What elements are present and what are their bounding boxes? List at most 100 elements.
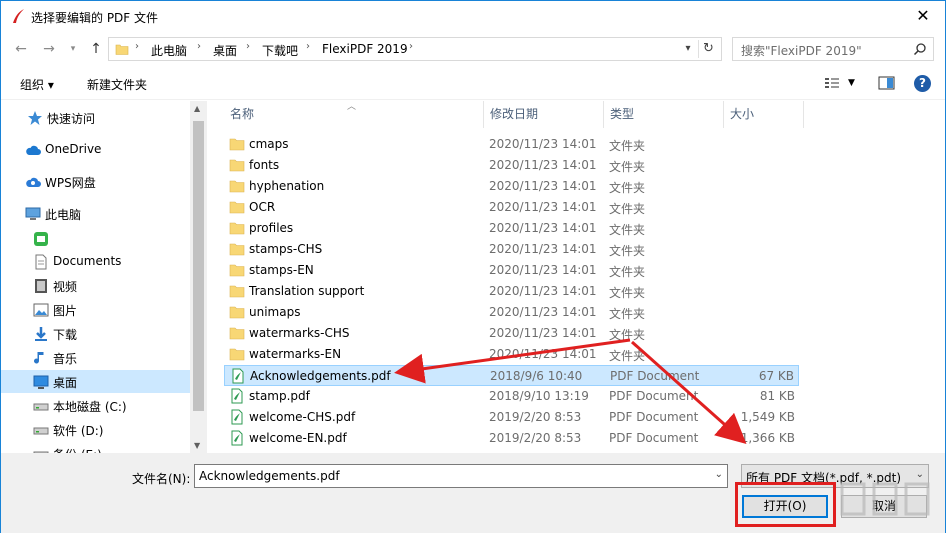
file-row[interactable]: stamp.pdf 2018/9/10 13:19 PDF Document 81 K… [224, 386, 799, 407]
file-row[interactable]: fonts 2020/11/23 14:01 文件夹 [224, 155, 799, 176]
file-name: stamps-EN [249, 263, 314, 277]
file-name: stamps-CHS [249, 242, 323, 256]
file-date: 2020/11/23 14:01 [489, 137, 597, 151]
drive-icon [33, 427, 49, 435]
green-app-icon [34, 232, 48, 246]
title-bar: 选择要编辑的 PDF 文件 ✕ [1, 1, 945, 32]
column-header-size[interactable]: 大小 [724, 101, 804, 128]
file-name: unimaps [249, 305, 301, 319]
pdf-file-icon [232, 368, 244, 384]
file-row[interactable]: cmaps 2020/11/23 14:01 文件夹 [224, 134, 799, 155]
file-row[interactable]: profiles 2020/11/23 14:01 文件夹 [224, 218, 799, 239]
breadcrumb-this-pc[interactable]: 此电脑 [151, 42, 187, 59]
sidebar-item-label: 备份 (E:) [53, 446, 102, 453]
sidebar-item[interactable]: WPS网盘 [1, 170, 190, 193]
filename-dropdown-chevron-icon[interactable]: ⌄ [715, 469, 723, 480]
new-folder-button[interactable]: 新建文件夹 [87, 76, 147, 93]
file-list: ︿ 名称 修改日期 类型 大小 cmaps 2020/11/23 14:01 文件夹… [207, 101, 945, 453]
file-date: 2020/11/23 14:01 [489, 179, 597, 193]
breadcrumb-separator-icon: › [409, 41, 413, 52]
organize-button[interactable]: 组织 ▾ [20, 76, 54, 93]
sidebar-item[interactable]: Documents [1, 250, 190, 273]
file-type: 文件夹 [609, 223, 646, 237]
file-row[interactable]: stamps-EN 2020/11/23 14:01 文件夹 [224, 260, 799, 281]
navigation-scrollbar[interactable]: ▲ ▼ [190, 101, 207, 453]
column-header-name[interactable]: 名称 [224, 101, 484, 128]
breadcrumb-desktop[interactable]: 桌面 [213, 42, 237, 59]
sidebar-item[interactable]: OneDrive [1, 138, 190, 161]
desktop-icon [33, 375, 49, 389]
file-row[interactable]: welcome-EN.pdf 2019/2/20 8:53 PDF Document… [224, 428, 799, 449]
file-row[interactable]: Acknowledgements.pdf 2018/9/6 10:40 PDF Do… [224, 365, 799, 386]
file-type: 文件夹 [609, 286, 646, 300]
view-options-icon[interactable] [824, 75, 840, 91]
file-open-dialog: 选择要编辑的 PDF 文件 ✕ ← → ▾ ↑ › 此电脑 › 桌面 › 下载吧… [0, 0, 946, 533]
sidebar-item[interactable]: 快速访问 [1, 106, 190, 129]
scroll-down-arrow-icon[interactable]: ▼ [194, 441, 200, 450]
file-row[interactable]: hyphenation 2020/11/23 14:01 文件夹 [224, 176, 799, 197]
forward-arrow-icon[interactable]: → [39, 40, 59, 58]
site-watermark-icon [840, 482, 930, 516]
scroll-up-arrow-icon[interactable]: ▲ [194, 104, 200, 113]
sidebar-item[interactable]: 此电脑 [1, 202, 190, 225]
file-name: OCR [249, 200, 276, 214]
file-row[interactable]: stamps-CHS 2020/11/23 14:01 文件夹 [224, 239, 799, 260]
address-row: ← → ▾ ↑ › 此电脑 › 桌面 › 下载吧 › FlexiPDF 2019… [1, 32, 945, 66]
preview-pane-icon[interactable] [878, 75, 895, 91]
sidebar-item-label: 软件 (D:) [53, 424, 104, 438]
address-dropdown-chevron-icon[interactable]: ▾ [681, 41, 695, 57]
file-row[interactable]: watermarks-EN 2020/11/23 14:01 文件夹 [224, 344, 799, 365]
sidebar-item[interactable]: 本地磁盘 (C:) [1, 394, 190, 417]
help-icon[interactable]: ? [914, 75, 931, 92]
view-dropdown-chevron-icon[interactable]: ▼ [848, 78, 855, 88]
sidebar-item-label: 此电脑 [45, 208, 82, 222]
sidebar-item[interactable]: 音乐 [1, 346, 190, 369]
folder-icon [229, 285, 245, 298]
column-header-date[interactable]: 修改日期 [484, 101, 604, 128]
search-input[interactable]: 搜索"FlexiPDF 2019" [732, 37, 934, 61]
sidebar-item-label: 本地磁盘 (C:) [53, 400, 127, 414]
sidebar-item[interactable]: 桌面 [1, 370, 190, 393]
document-icon [35, 254, 47, 270]
sidebar-item[interactable] [1, 227, 190, 250]
search-icon [913, 43, 926, 56]
breadcrumb-downloadba[interactable]: 下载吧 [262, 42, 298, 59]
recent-locations-chevron-icon[interactable]: ▾ [63, 40, 83, 58]
drive-icon [33, 451, 49, 453]
breadcrumb-separator-icon: › [246, 41, 250, 52]
folder-icon [229, 243, 245, 256]
sidebar-item[interactable]: 备份 (E:) [1, 442, 190, 453]
column-header-type[interactable]: 类型 [604, 101, 724, 128]
sidebar-item-label: 桌面 [53, 376, 78, 390]
video-icon [35, 279, 47, 293]
search-placeholder: 搜索"FlexiPDF 2019" [741, 44, 862, 58]
refresh-icon[interactable]: ↻ [698, 40, 718, 58]
annotation-highlight-box [735, 482, 836, 527]
file-date: 2020/11/23 14:01 [489, 326, 597, 340]
file-name: watermarks-CHS [249, 326, 350, 340]
sidebar-item[interactable]: 软件 (D:) [1, 418, 190, 441]
address-bar[interactable]: › 此电脑 › 桌面 › 下载吧 › FlexiPDF 2019 › ▾ ↻ [108, 37, 722, 61]
sidebar-item[interactable]: 图片 [1, 298, 190, 321]
breadcrumb-flexipdf[interactable]: FlexiPDF 2019 [322, 42, 408, 56]
file-date: 2019/2/20 8:53 [489, 410, 582, 424]
back-arrow-icon[interactable]: ← [11, 40, 31, 58]
scrollbar-thumb[interactable] [193, 121, 204, 411]
file-row[interactable]: Translation support 2020/11/23 14:01 文件夹 [224, 281, 799, 302]
up-arrow-icon[interactable]: ↑ [86, 40, 106, 58]
close-button[interactable]: ✕ [911, 5, 935, 27]
file-row[interactable]: unimaps 2020/11/23 14:01 文件夹 [224, 302, 799, 323]
sidebar-item[interactable]: 下载 [1, 322, 190, 345]
sidebar-item-label: 音乐 [53, 352, 78, 366]
file-type: PDF Document [609, 389, 699, 403]
folder-icon [115, 44, 129, 55]
file-row[interactable]: watermarks-CHS 2020/11/23 14:01 文件夹 [224, 323, 799, 344]
sidebar-item-label: 图片 [53, 304, 78, 318]
file-name: cmaps [249, 137, 289, 151]
file-row[interactable]: OCR 2020/11/23 14:01 文件夹 [224, 197, 799, 218]
filename-input[interactable]: Acknowledgements.pdf ⌄ [194, 464, 728, 488]
file-type: 文件夹 [609, 181, 646, 195]
file-date: 2018/9/6 10:40 [490, 369, 583, 383]
file-row[interactable]: welcome-CHS.pdf 2019/2/20 8:53 PDF Documen… [224, 407, 799, 428]
sidebar-item[interactable]: 视频 [1, 274, 190, 297]
